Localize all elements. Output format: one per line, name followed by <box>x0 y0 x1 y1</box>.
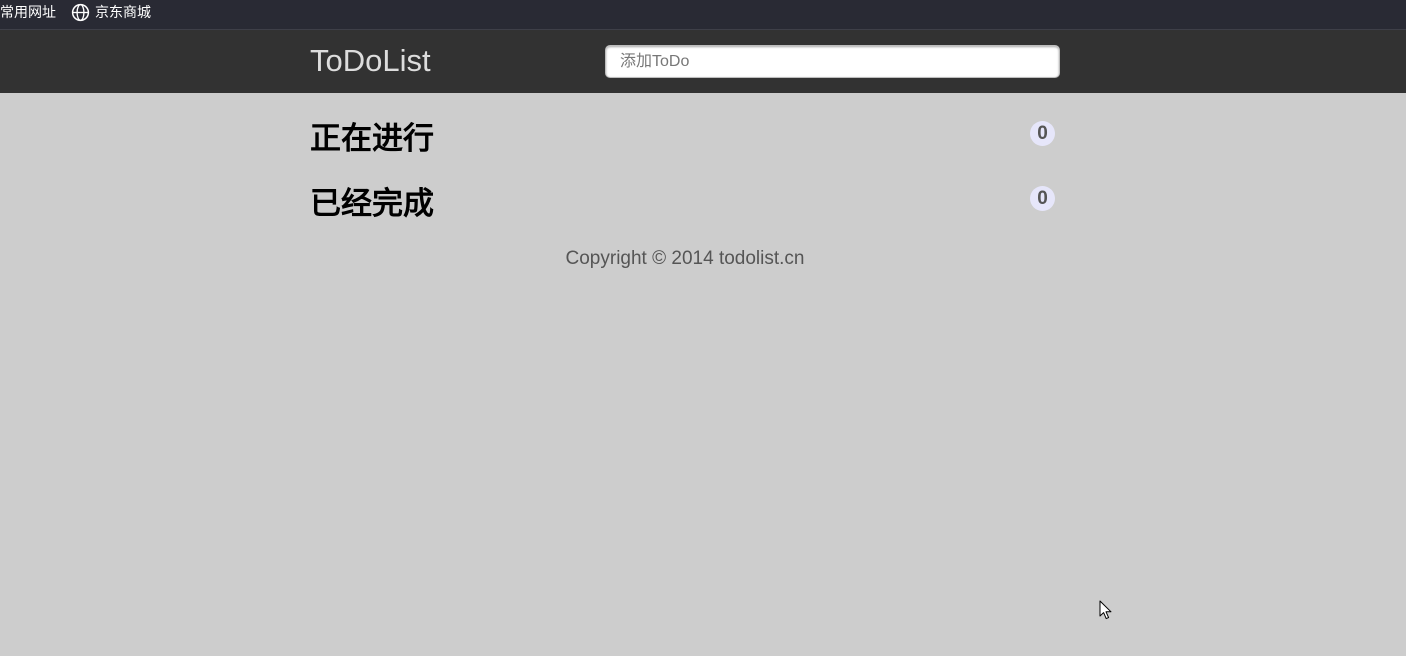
bookmark-folder-common-sites[interactable]: 常用网址 <box>0 0 56 25</box>
completed-count-badge: 0 <box>1030 186 1055 211</box>
bookmark-folder-label: 常用网址 <box>0 4 56 20</box>
in-progress-count-badge: 0 <box>1030 121 1055 146</box>
brand-title[interactable]: ToDoList <box>310 43 431 79</box>
section-title-in-progress: 正在进行 <box>310 121 434 156</box>
add-todo-input[interactable] <box>605 45 1060 78</box>
footer-link[interactable]: todolist.cn <box>719 248 805 269</box>
footer: Copyright © 2014 todolist.cn <box>0 248 1370 270</box>
mouse-cursor-icon <box>1099 600 1112 620</box>
bookmark-label: 京东商城 <box>95 4 151 20</box>
header-bar: ToDoList <box>0 30 1406 93</box>
bookmarks-bar: 常用网址 京东商城 <box>0 0 1406 30</box>
copyright-text: Copyright © 2014 <box>565 248 719 269</box>
globe-icon <box>71 3 90 22</box>
section-title-completed: 已经完成 <box>310 186 434 221</box>
